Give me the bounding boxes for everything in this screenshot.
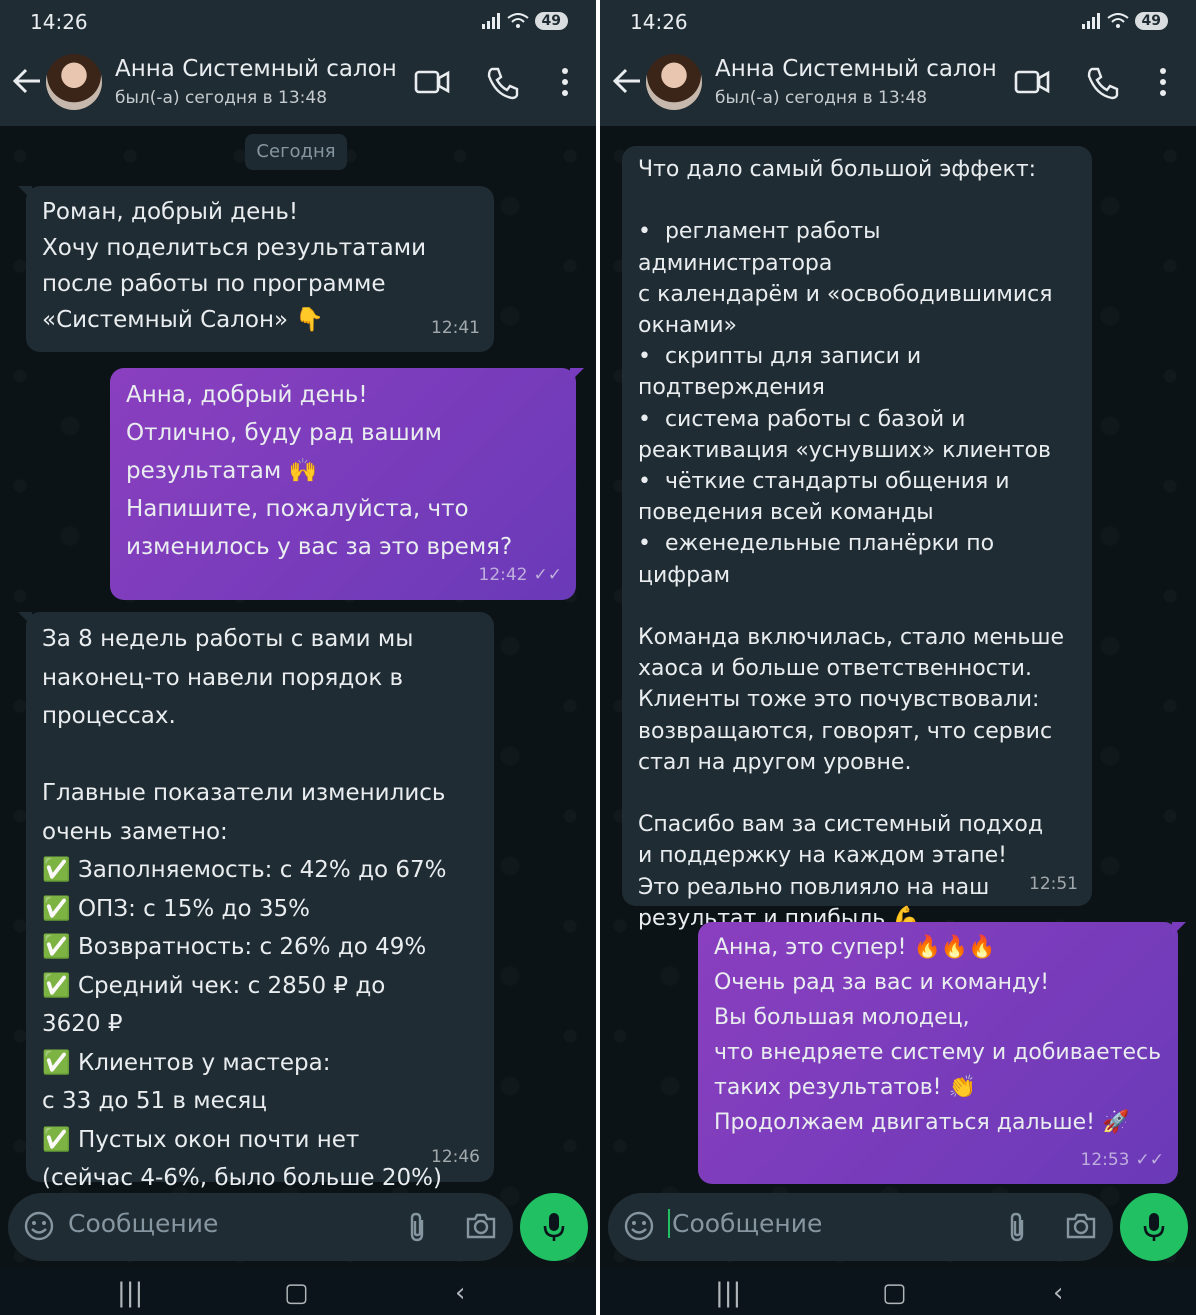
message-text: Анна, это супер! 🔥🔥🔥 Очень рад за вас и … <box>714 935 1162 1135</box>
status-time: 14:26 <box>30 10 88 34</box>
battery-indicator: 49 <box>1134 12 1168 30</box>
microphone-icon <box>1143 1213 1165 1241</box>
bubble-tail <box>18 186 32 200</box>
camera-icon[interactable] <box>1065 1211 1097 1241</box>
status-bar: 14:26 49 <box>0 0 596 46</box>
last-seen: был(-а) сегодня в 13:48 <box>115 88 328 108</box>
microphone-icon <box>543 1213 565 1241</box>
nav-back-icon[interactable]: ‹ <box>1053 1278 1063 1308</box>
emoji-icon[interactable] <box>624 1211 654 1241</box>
camera-icon[interactable] <box>465 1211 497 1241</box>
left-phone-screen: 14:26 49 Анна Системный салон был(-а) се… <box>0 0 596 1315</box>
back-arrow-icon[interactable] <box>612 68 642 94</box>
message-meta: 12:51 <box>1029 869 1078 900</box>
contact-name[interactable]: Анна Системный салон <box>115 56 397 82</box>
status-time: 14:26 <box>630 10 688 34</box>
status-bar: 14:26 49 <box>600 0 1196 46</box>
outgoing-message-bubble[interactable]: Анна, это супер! 🔥🔥🔥 Очень рад за вас и … <box>698 922 1186 1184</box>
microphone-button[interactable] <box>520 1193 588 1261</box>
message-meta: 12:42 ✓✓ <box>479 556 563 594</box>
bubble-tail <box>570 368 584 382</box>
message-composer[interactable]: Сообщение <box>608 1193 1113 1261</box>
home-icon[interactable]: ▢ <box>882 1278 907 1308</box>
avatar[interactable] <box>646 54 702 110</box>
recent-apps-icon[interactable]: ||| <box>715 1278 741 1308</box>
avatar[interactable] <box>46 54 102 110</box>
read-check-icon: ✓✓ <box>533 565 563 585</box>
nav-back-icon[interactable]: ‹ <box>455 1278 465 1308</box>
chat-header: Анна Системный салон был(-а) сегодня в 1… <box>600 46 1196 126</box>
phone-call-icon[interactable] <box>486 66 520 100</box>
more-options-icon[interactable] <box>1158 66 1168 98</box>
message-meta: 12:53 ✓✓ <box>1081 1143 1165 1178</box>
message-time: 12:41 <box>431 318 480 338</box>
contact-name[interactable]: Анна Системный салон <box>715 56 997 82</box>
message-input[interactable]: Сообщение <box>668 1209 822 1238</box>
right-phone-screen: 14:26 49 Анна Системный салон был(-а) се… <box>600 0 1196 1315</box>
wifi-icon <box>506 13 529 28</box>
wifi-icon <box>1106 13 1129 28</box>
last-seen: был(-а) сегодня в 13:48 <box>715 88 928 108</box>
recent-apps-icon[interactable]: ||| <box>117 1278 143 1308</box>
attach-icon[interactable] <box>1007 1211 1027 1243</box>
status-icons: 49 <box>1081 12 1168 30</box>
microphone-button[interactable] <box>1120 1193 1188 1261</box>
message-input[interactable]: Сообщение <box>68 1209 218 1238</box>
signal-icon <box>1081 13 1100 29</box>
read-check-icon: ✓✓ <box>1135 1150 1165 1170</box>
chat-header: Анна Системный салон был(-а) сегодня в 1… <box>0 46 596 126</box>
message-time: 12:46 <box>431 1146 480 1167</box>
incoming-message-bubble[interactable]: Роман, добрый день! Хочу поделиться резу… <box>18 186 494 352</box>
attach-icon[interactable] <box>407 1211 427 1243</box>
video-call-icon[interactable] <box>1014 66 1050 98</box>
home-icon[interactable]: ▢ <box>284 1278 309 1308</box>
battery-indicator: 49 <box>534 12 568 30</box>
message-meta: 12:46 <box>431 1138 480 1177</box>
message-text: Анна, добрый день! Отлично, буду рад ваш… <box>126 382 513 560</box>
incoming-message-bubble[interactable]: За 8 недель работы с вами мы наконец-то … <box>18 612 494 1191</box>
incoming-message-bubble[interactable]: Что дало самый большой эффект: • регламе… <box>622 146 1092 931</box>
bubble-tail <box>1172 922 1186 936</box>
outgoing-message-bubble[interactable]: Анна, добрый день! Отлично, буду рад ваш… <box>110 368 584 600</box>
message-time: 12:51 <box>1029 873 1078 894</box>
message-time: 12:53 <box>1080 1150 1130 1170</box>
signal-icon <box>481 13 500 29</box>
message-meta: 12:41 <box>431 310 480 346</box>
status-icons: 49 <box>481 12 568 30</box>
message-time: 12:42 <box>478 565 528 585</box>
date-separator: Сегодня <box>245 134 347 170</box>
more-options-icon[interactable] <box>560 66 570 98</box>
phone-call-icon[interactable] <box>1086 66 1120 100</box>
message-text: За 8 недель работы с вами мы наконец-то … <box>42 626 447 1191</box>
emoji-icon[interactable] <box>24 1211 54 1241</box>
bubble-tail <box>18 612 32 626</box>
message-composer[interactable]: Сообщение <box>8 1193 513 1261</box>
system-nav-bar: ||| ▢ ‹ <box>600 1268 1196 1315</box>
message-text: Что дало самый большой эффект: • регламе… <box>638 157 1065 931</box>
back-arrow-icon[interactable] <box>12 68 42 94</box>
message-text: Роман, добрый день! Хочу поделиться резу… <box>42 199 427 333</box>
system-nav-bar: ||| ▢ ‹ <box>0 1268 596 1315</box>
video-call-icon[interactable] <box>414 66 450 98</box>
